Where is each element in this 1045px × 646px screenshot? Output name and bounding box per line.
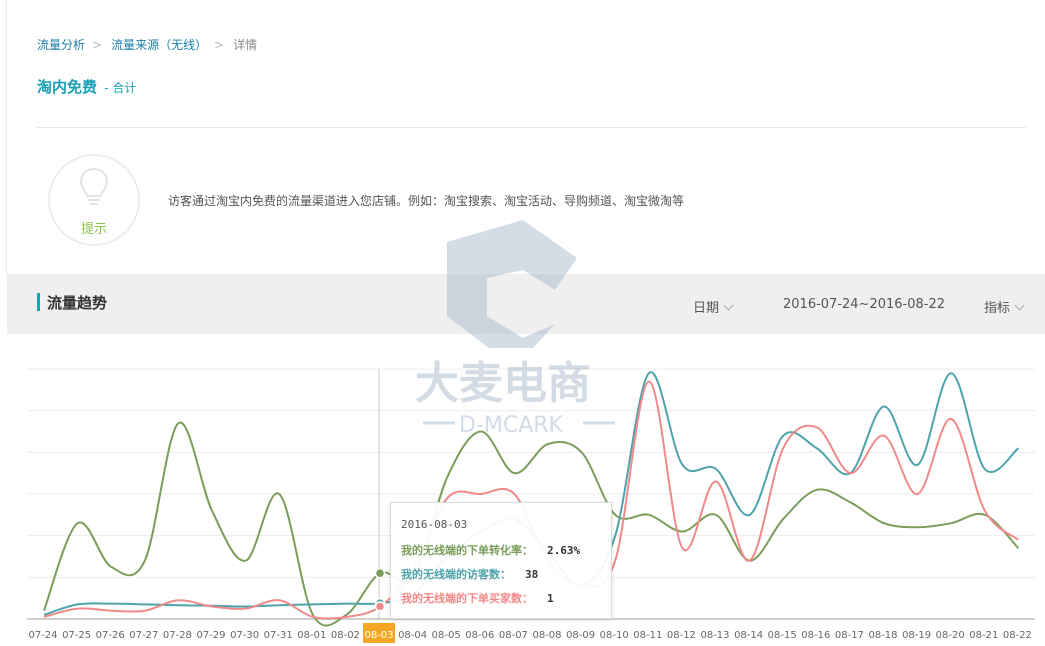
x-tick-label: 08-18 xyxy=(868,630,897,641)
x-tick-label: 07-24 xyxy=(28,630,57,641)
x-tick-label: 07-28 xyxy=(163,630,192,641)
tooltip-row-buyers: 我的无线端的下单买家数： 1 xyxy=(401,590,554,606)
tooltip-value: 1 xyxy=(547,592,554,605)
metric-dropdown[interactable]: 指标 xyxy=(984,297,1025,316)
chevron-right-icon: > xyxy=(214,37,225,52)
x-tick-label: 08-14 xyxy=(734,630,763,641)
chart-tooltip: 2016-08-03 我的无线端的下单转化率： 2.63% 我的无线端的访客数： 3… xyxy=(390,502,612,619)
section-accent-bar xyxy=(37,293,40,311)
x-tick-label: 08-16 xyxy=(801,630,830,641)
lightbulb-icon xyxy=(79,167,109,205)
hover-markers xyxy=(374,567,386,612)
tooltip-row-visitors: 我的无线端的访客数： 38 xyxy=(401,566,538,582)
x-tick-label: 08-15 xyxy=(768,630,797,641)
breadcrumb-flow-analysis[interactable]: 流量分析 xyxy=(37,36,85,53)
tooltip-value: 2.63% xyxy=(547,544,581,557)
divider xyxy=(37,127,1026,128)
tip-description: 访客通过淘宝内免费的流量渠道进入您店铺。例如：淘宝搜索、淘宝活动、导购频道、淘宝… xyxy=(168,194,685,208)
x-tick-label: 07-30 xyxy=(230,630,259,641)
x-tick-label: 08-21 xyxy=(969,630,998,641)
trend-header: 流量趋势 日期 2016-07-24~2016-08-22 指标 xyxy=(7,274,1045,334)
tooltip-value: 38 xyxy=(525,568,539,581)
x-tick-label: 08-20 xyxy=(936,630,965,641)
x-tick-label: 08-01 xyxy=(297,630,326,641)
tooltip-label: 我的无线端的下单买家数： xyxy=(401,592,533,605)
page-title-main: 淘内免费 xyxy=(37,78,98,96)
hover-point xyxy=(374,601,386,612)
x-tick-label: 08-22 xyxy=(1003,630,1032,641)
tip-label: 提示 xyxy=(80,222,107,237)
x-tick-label: 08-08 xyxy=(532,630,561,641)
tip-badge: 提示 xyxy=(48,154,140,246)
x-tick-labels: 07-24 07-25 07-26 07-27 07-28 07-29 07-30 07-31… xyxy=(28,623,1032,643)
x-tick-label: 08-09 xyxy=(566,630,595,641)
date-dropdown[interactable]: 日期 xyxy=(693,297,734,316)
x-tick-label: 08-07 xyxy=(499,630,528,641)
chevron-down-icon xyxy=(1014,300,1025,311)
x-tick-label: 08-10 xyxy=(600,630,629,641)
x-tick-label: 08-02 xyxy=(331,630,360,641)
chevron-down-icon xyxy=(723,300,734,311)
breadcrumb: 流量分析 > 流量来源（无线） > 详情 xyxy=(37,36,257,53)
page-title-sub: - 合计 xyxy=(104,81,137,95)
x-tick-label: 07-29 xyxy=(196,630,225,641)
date-dropdown-label: 日期 xyxy=(693,301,720,316)
x-tick-label: 07-27 xyxy=(129,630,158,641)
x-tick-label: 08-13 xyxy=(700,630,729,641)
tooltip-label: 我的无线端的访客数： xyxy=(401,568,511,581)
tooltip-row-conversion: 我的无线端的下单转化率： 2.63% xyxy=(401,542,580,558)
x-tick-label: 08-19 xyxy=(902,630,931,641)
x-tick-label: 08-17 xyxy=(835,630,864,641)
x-tick-label: 08-05 xyxy=(432,630,461,641)
x-tick-label: 07-31 xyxy=(264,630,293,641)
left-rule xyxy=(6,0,7,275)
tooltip-date: 2016-08-03 xyxy=(401,518,468,531)
x-tick-label: 08-06 xyxy=(465,630,494,641)
tooltip-label: 我的无线端的下单转化率： xyxy=(401,544,533,557)
hover-point xyxy=(374,567,386,579)
x-tick-label: 08-12 xyxy=(667,630,696,641)
x-tick-label: 08-03 xyxy=(364,630,393,641)
date-range[interactable]: 2016-07-24~2016-08-22 xyxy=(783,297,945,312)
x-tick-label: 08-04 xyxy=(398,630,427,641)
breadcrumb-detail: 详情 xyxy=(233,38,258,52)
x-tick-label: 08-11 xyxy=(633,630,662,641)
x-tick-label: 07-26 xyxy=(96,630,125,641)
breadcrumb-flow-source[interactable]: 流量来源（无线） xyxy=(111,36,207,53)
page-title: 淘内免费 - 合计 xyxy=(37,76,136,97)
x-tick-label: 07-25 xyxy=(62,630,91,641)
trend-title: 流量趋势 xyxy=(47,294,108,312)
metric-dropdown-label: 指标 xyxy=(984,301,1011,316)
chevron-right-icon: > xyxy=(92,37,103,52)
